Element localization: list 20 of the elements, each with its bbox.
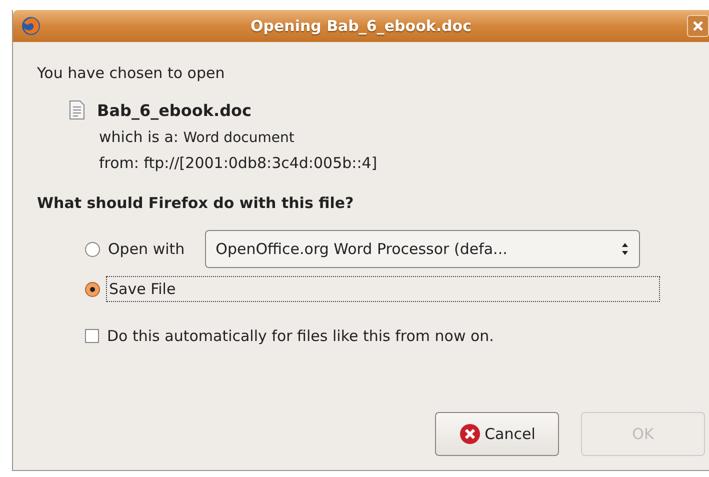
- document-icon: [69, 100, 85, 120]
- file-source: from: ftp://[2001:0db8:3c4d:005b::4]: [99, 154, 378, 172]
- checkbox-label[interactable]: Do this automatically for files like this from now on.: [105, 324, 496, 348]
- close-icon: [458, 423, 481, 445]
- window-title: Opening Bab_6_ebook.doc: [250, 17, 472, 35]
- option-label[interactable]: Open with: [106, 237, 187, 261]
- cancel-button[interactable]: Cancel: [435, 412, 559, 456]
- close-button[interactable]: [687, 15, 709, 37]
- checkbox[interactable]: [85, 329, 99, 343]
- option-label[interactable]: Save File: [106, 276, 660, 302]
- file-type: Word document: [183, 130, 294, 146]
- question-heading: What should Firefox do with this file?: [37, 194, 355, 212]
- radio-button[interactable]: [85, 282, 100, 296]
- radio-button[interactable]: [85, 242, 100, 256]
- file-name: Bab_6_ebook.doc: [97, 100, 252, 120]
- type-label: which is a:: [99, 128, 178, 146]
- intro-text: You have chosen to open: [37, 64, 226, 82]
- close-icon: [692, 20, 704, 32]
- spinner-icon: [620, 242, 629, 256]
- application-dropdown[interactable]: OpenOffice.org Word Processor (defa...: [204, 230, 640, 268]
